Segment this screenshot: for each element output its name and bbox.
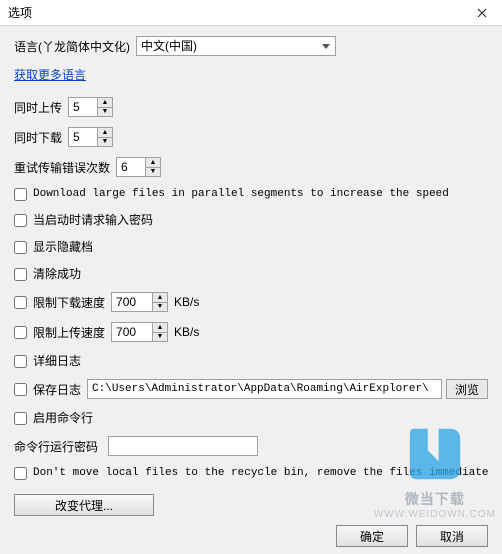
limit-dl-row: 限制下载速度 ▲▼ KB/s — [14, 292, 488, 312]
spin-up-icon[interactable]: ▲ — [153, 293, 167, 303]
retry-input[interactable] — [117, 158, 145, 176]
upload-row: 同时上传 ▲▼ — [14, 97, 488, 117]
cancel-button[interactable]: 取消 — [416, 525, 488, 547]
spin-down-icon[interactable]: ▼ — [98, 138, 112, 147]
language-row: 语言(丫龙简体中文化) 中文(中国) — [14, 36, 488, 56]
cmd-pass-input[interactable] — [108, 436, 258, 456]
enable-cmd-label: 启用命令行 — [33, 409, 93, 426]
limit-ul-checkbox[interactable] — [14, 326, 27, 339]
window-title: 选项 — [8, 4, 32, 21]
save-log-label: 保存日志 — [33, 381, 81, 398]
upload-input[interactable] — [69, 98, 97, 116]
limit-dl-label: 限制下载速度 — [33, 294, 105, 311]
parallel-row: Download large files in parallel segment… — [14, 187, 488, 201]
titlebar: 选项 — [0, 0, 502, 26]
footer: 确定 取消 — [0, 518, 502, 554]
spin-down-icon[interactable]: ▼ — [98, 108, 112, 117]
clear-success-label: 清除成功 — [33, 265, 81, 282]
show-hidden-row: 显示隐藏档 — [14, 238, 488, 255]
limit-dl-spinner[interactable]: ▲▼ — [111, 292, 168, 312]
more-languages-link[interactable]: 获取更多语言 — [14, 66, 86, 83]
show-hidden-checkbox[interactable] — [14, 241, 27, 254]
close-button[interactable] — [462, 0, 502, 26]
language-select[interactable]: 中文(中国) — [136, 36, 336, 56]
verbose-log-row: 详细日志 — [14, 352, 488, 369]
spin-down-icon[interactable]: ▼ — [146, 168, 160, 177]
ask-password-label: 当启动时请求输入密码 — [33, 211, 153, 228]
limit-ul-unit: KB/s — [174, 325, 199, 339]
ask-password-row: 当启动时请求输入密码 — [14, 211, 488, 228]
spin-up-icon[interactable]: ▲ — [98, 128, 112, 138]
spin-up-icon[interactable]: ▲ — [98, 98, 112, 108]
no-recycle-row: Don't move local files to the recycle bi… — [14, 466, 488, 480]
download-spinner[interactable]: ▲▼ — [68, 127, 113, 147]
clear-success-row: 清除成功 — [14, 265, 488, 282]
spin-up-icon[interactable]: ▲ — [153, 323, 167, 333]
no-recycle-label: Don't move local files to the recycle bi… — [33, 467, 488, 479]
upload-label: 同时上传 — [14, 99, 62, 116]
change-proxy-button[interactable]: 改变代理... — [14, 494, 154, 516]
retry-spinner[interactable]: ▲▼ — [116, 157, 161, 177]
limit-ul-spinner[interactable]: ▲▼ — [111, 322, 168, 342]
limit-ul-label: 限制上传速度 — [33, 324, 105, 341]
spin-down-icon[interactable]: ▼ — [153, 303, 167, 312]
browse-button[interactable]: 浏览 — [446, 379, 488, 399]
no-recycle-checkbox[interactable] — [14, 467, 27, 480]
clear-success-checkbox[interactable] — [14, 268, 27, 281]
save-log-row: 保存日志 浏览 — [14, 379, 488, 399]
limit-dl-unit: KB/s — [174, 295, 199, 309]
verbose-log-checkbox[interactable] — [14, 355, 27, 368]
enable-cmd-row: 启用命令行 — [14, 409, 488, 426]
limit-ul-row: 限制上传速度 ▲▼ KB/s — [14, 322, 488, 342]
save-log-checkbox[interactable] — [14, 383, 27, 396]
spin-down-icon[interactable]: ▼ — [153, 333, 167, 342]
ok-button[interactable]: 确定 — [336, 525, 408, 547]
language-label: 语言(丫龙简体中文化) — [14, 38, 130, 55]
limit-dl-checkbox[interactable] — [14, 296, 27, 309]
content-area: 语言(丫龙简体中文化) 中文(中国) 获取更多语言 同时上传 ▲▼ 同时下载 ▲… — [0, 26, 502, 518]
parallel-label: Download large files in parallel segment… — [33, 188, 449, 200]
limit-ul-input[interactable] — [112, 323, 152, 341]
close-icon — [477, 8, 487, 18]
parallel-checkbox[interactable] — [14, 188, 27, 201]
download-label: 同时下载 — [14, 129, 62, 146]
retry-row: 重试传输错误次数 ▲▼ — [14, 157, 488, 177]
cmd-pass-label: 命令行运行密码 — [14, 438, 98, 455]
cmd-pass-row: 命令行运行密码 — [14, 436, 488, 456]
download-input[interactable] — [69, 128, 97, 146]
spin-up-icon[interactable]: ▲ — [146, 158, 160, 168]
ask-password-checkbox[interactable] — [14, 214, 27, 227]
save-log-path-input[interactable] — [87, 379, 442, 399]
verbose-log-label: 详细日志 — [33, 352, 81, 369]
limit-dl-input[interactable] — [112, 293, 152, 311]
download-row: 同时下载 ▲▼ — [14, 127, 488, 147]
show-hidden-label: 显示隐藏档 — [33, 238, 93, 255]
upload-spinner[interactable]: ▲▼ — [68, 97, 113, 117]
retry-label: 重试传输错误次数 — [14, 159, 110, 176]
enable-cmd-checkbox[interactable] — [14, 412, 27, 425]
